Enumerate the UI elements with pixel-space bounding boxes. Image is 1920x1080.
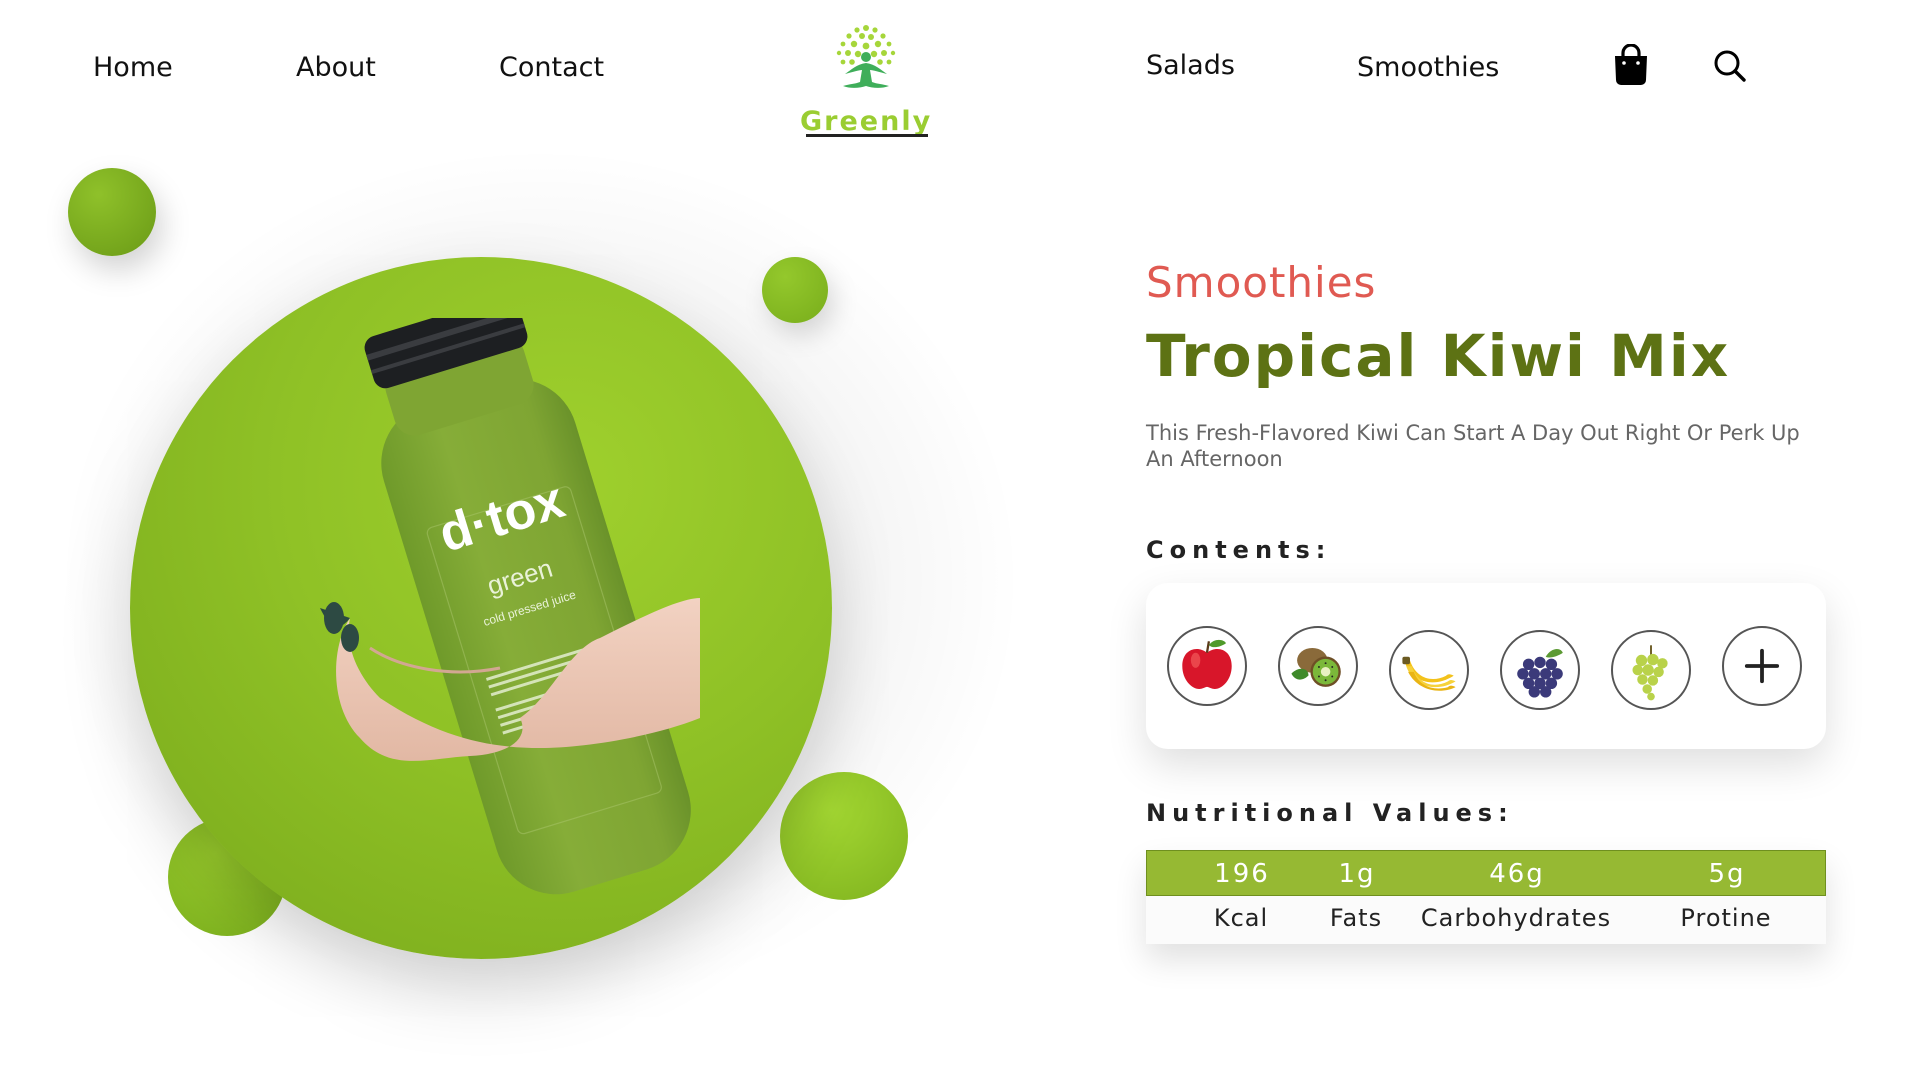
- kcal-label: Kcal: [1213, 904, 1269, 932]
- nav-smoothies-link[interactable]: Smoothies: [1357, 52, 1499, 83]
- apple-icon[interactable]: [1167, 626, 1247, 706]
- decor-circle-top-right: [762, 257, 828, 323]
- fats-value: 1g: [1338, 859, 1376, 889]
- product-category[interactable]: Smoothies: [1146, 258, 1376, 307]
- nutrition-heading: Nutritional Values:: [1146, 799, 1514, 827]
- carbohydrates-value: 46g: [1489, 859, 1545, 889]
- contents-heading: Contents:: [1146, 536, 1332, 564]
- nutrition-labels-row: Kcal Fats Carbohydrates Protine: [1146, 896, 1826, 944]
- kcal-value: 196: [1214, 859, 1270, 889]
- banana-icon[interactable]: [1389, 630, 1469, 710]
- protein-label: Protine: [1680, 904, 1772, 932]
- add-icon: [1744, 648, 1780, 684]
- kiwi-icon[interactable]: [1278, 626, 1358, 706]
- nav-home-link[interactable]: Home: [93, 52, 173, 83]
- nutrition-table: 196 1g 46g 5g Kcal Fats Carbohydrates Pr…: [1146, 850, 1826, 944]
- carbohydrates-label: Carbohydrates: [1420, 904, 1612, 932]
- search-icon[interactable]: [1712, 48, 1748, 84]
- product-bottle-image: d·tox green cold pressed juice: [320, 318, 700, 895]
- shopping-bag-icon[interactable]: [1612, 44, 1650, 86]
- contents-card: [1146, 583, 1826, 749]
- green-grapes-icon[interactable]: [1611, 630, 1691, 710]
- tree-person-icon: [836, 25, 896, 88]
- nutrition-values-row: 196 1g 46g 5g: [1146, 850, 1826, 896]
- brand-logo[interactable]: Greenly: [800, 20, 932, 137]
- brand-name: Greenly: [800, 106, 933, 137]
- fats-label: Fats: [1329, 904, 1383, 932]
- product-title: Tropical Kiwi Mix: [1146, 322, 1731, 390]
- product-description: This Fresh-Flavored Kiwi Can Start A Day…: [1146, 421, 1800, 471]
- add-ingredient-button[interactable]: [1722, 626, 1802, 706]
- nav-about-link[interactable]: About: [296, 52, 376, 83]
- nav-contact-link[interactable]: Contact: [499, 52, 604, 83]
- red-grapes-icon[interactable]: [1500, 630, 1580, 710]
- protein-value: 5g: [1708, 859, 1746, 889]
- decor-circle-top-left: [68, 168, 156, 256]
- active-nav-underline: [806, 134, 928, 137]
- nav-salads-link[interactable]: Salads: [1146, 50, 1235, 81]
